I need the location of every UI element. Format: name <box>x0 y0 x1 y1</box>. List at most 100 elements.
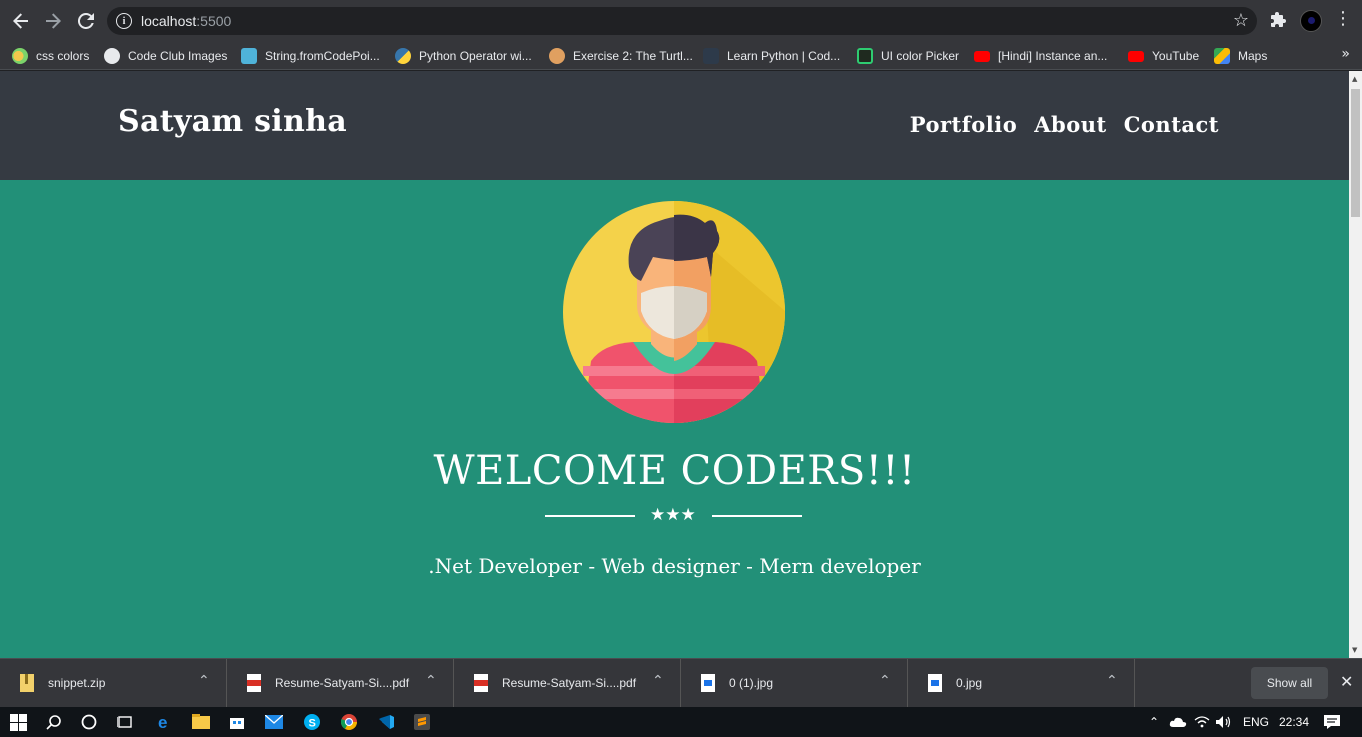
star-divider: ★★★ <box>545 505 802 525</box>
bookmark-label: Code Club Images <box>128 49 228 63</box>
chevron-up-icon[interactable]: ⌃ <box>1106 673 1118 689</box>
more-menu-icon[interactable]: ⋮ <box>1334 10 1352 28</box>
close-icon[interactable]: ✕ <box>1340 672 1353 691</box>
download-item[interactable]: snippet.zip ⌃ <box>0 659 227 708</box>
bookmark-label: css colors <box>36 49 90 63</box>
bookmark-label: Exercise 2: The Turtl... <box>573 49 693 63</box>
bookmark-favicon-icon <box>857 48 873 64</box>
bookmark-item[interactable]: String.fromCodePoi... <box>241 46 380 66</box>
chevron-up-icon[interactable]: ⌃ <box>879 673 891 689</box>
download-filename: 0.jpg <box>956 676 983 690</box>
chrome-icon[interactable] <box>339 712 359 732</box>
bookmark-star-icon[interactable]: ☆ <box>1233 10 1249 31</box>
chevron-up-icon[interactable]: ⌃ <box>425 673 437 689</box>
download-item[interactable]: Resume-Satyam-Si....pdf ⌃ <box>454 659 681 708</box>
bookmark-item[interactable]: css colors <box>12 46 89 66</box>
site-nav-links: Portfolio About Contact <box>910 112 1219 137</box>
tray-chevron-up-icon[interactable]: ⌃ <box>1144 712 1164 732</box>
wifi-icon[interactable] <box>1192 712 1212 732</box>
bookmark-favicon-icon <box>703 48 719 64</box>
file-explorer-icon[interactable] <box>191 712 211 732</box>
address-bar[interactable]: i localhost:5500 ☆ <box>107 7 1257 35</box>
extensions-puzzle-icon[interactable] <box>1269 11 1287 29</box>
search-icon[interactable] <box>44 712 64 732</box>
scroll-up-arrow-icon[interactable]: ▲ <box>1352 75 1357 83</box>
download-item[interactable]: 0 (1).jpg ⌃ <box>681 659 908 708</box>
show-all-button[interactable]: Show all <box>1251 667 1328 699</box>
store-icon[interactable] <box>227 712 247 732</box>
bookmark-item[interactable]: UI color Picker <box>857 46 959 66</box>
divider-line <box>545 515 635 517</box>
system-clock[interactable]: 22:34 <box>1279 715 1309 729</box>
cortana-icon[interactable] <box>79 712 99 732</box>
bookmarks-overflow-icon[interactable]: » <box>1341 46 1350 62</box>
vscode-icon[interactable] <box>376 712 396 732</box>
download-filename: 0 (1).jpg <box>729 676 774 690</box>
nav-link-about[interactable]: About <box>1034 112 1106 137</box>
maps-icon <box>1214 48 1230 64</box>
chevron-up-icon[interactable]: ⌃ <box>652 673 664 689</box>
svg-text:S: S <box>309 718 316 730</box>
download-filename: Resume-Satyam-Si....pdf <box>502 676 637 690</box>
bookmarks-bar: css colors Code Club Images String.fromC… <box>0 42 1362 70</box>
nav-link-contact[interactable]: Contact <box>1124 112 1219 137</box>
download-item[interactable]: Resume-Satyam-Si....pdf ⌃ <box>227 659 454 708</box>
globe-icon <box>104 48 120 64</box>
url-host: localhost <box>141 13 197 29</box>
image-file-icon <box>701 674 715 692</box>
bookmark-label: Python Operator wi... <box>419 49 532 63</box>
bookmark-label: String.fromCodePoi... <box>265 49 380 63</box>
bookmark-label: Learn Python | Cod... <box>727 49 841 63</box>
bookmark-item[interactable]: Python Operator wi... <box>395 46 532 66</box>
bookmark-item[interactable]: Learn Python | Cod... <box>703 46 840 66</box>
download-filename: Resume-Satyam-Si....pdf <box>275 676 410 690</box>
chevron-up-icon[interactable]: ⌃ <box>198 673 210 689</box>
sublime-text-icon[interactable] <box>412 712 432 732</box>
windows-start-icon[interactable] <box>8 712 28 732</box>
windows-taskbar: e S ⌃ ENG 22:34 <box>0 707 1362 737</box>
bookmark-label: UI color Picker <box>881 49 960 63</box>
notifications-icon[interactable] <box>1322 712 1342 732</box>
page-scrollbar[interactable]: ▲ ▼ <box>1349 71 1362 658</box>
pdf-file-icon <box>474 674 488 692</box>
bookmark-item[interactable]: Exercise 2: The Turtl... <box>549 46 693 66</box>
nav-link-portfolio[interactable]: Portfolio <box>910 112 1018 137</box>
bookmark-favicon-icon <box>241 48 257 64</box>
bookmark-label: YouTube <box>1152 49 1200 63</box>
back-arrow-icon[interactable] <box>9 9 33 33</box>
divider-line <box>712 515 802 517</box>
download-shelf: snippet.zip ⌃ Resume-Satyam-Si....pdf ⌃ … <box>0 658 1362 708</box>
language-indicator[interactable]: ENG <box>1243 715 1269 729</box>
url-port: :5500 <box>196 13 232 29</box>
bookmark-item[interactable]: [Hindi] Instance an... <box>974 46 1107 66</box>
svg-text:e: e <box>158 713 167 731</box>
scroll-thumb[interactable] <box>1351 89 1360 217</box>
youtube-icon <box>974 50 990 62</box>
edge-browser-icon[interactable]: e <box>155 712 175 732</box>
youtube-icon <box>1128 50 1144 62</box>
bookmark-item[interactable]: Code Club Images <box>104 46 227 66</box>
scroll-down-arrow-icon[interactable]: ▼ <box>1352 646 1357 654</box>
forward-arrow-icon[interactable] <box>41 9 65 33</box>
stars-icon: ★★★ <box>650 505 696 525</box>
bookmark-item[interactable]: YouTube <box>1128 46 1199 66</box>
info-icon[interactable]: i <box>116 13 132 29</box>
site-brand[interactable]: Satyam sinha <box>118 104 347 139</box>
task-view-icon[interactable] <box>115 712 135 732</box>
hero-subtitle: .Net Developer - Web designer - Mern dev… <box>428 554 921 578</box>
welcome-heading: WELCOME CODERS!!! <box>433 448 916 494</box>
hero-section: WELCOME CODERS!!! ★★★ .Net Developer - W… <box>0 180 1349 658</box>
onedrive-cloud-icon[interactable] <box>1168 712 1188 732</box>
volume-icon[interactable] <box>1214 712 1234 732</box>
site-navbar: Satyam sinha Portfolio About Contact <box>0 71 1349 180</box>
avatar-illustration <box>563 201 785 423</box>
download-item[interactable]: 0.jpg ⌃ <box>908 659 1135 708</box>
zip-file-icon <box>20 674 34 692</box>
bookmark-item[interactable]: Maps <box>1214 46 1267 66</box>
mail-icon[interactable] <box>264 712 284 732</box>
profile-avatar[interactable] <box>1300 10 1322 32</box>
reload-icon[interactable] <box>74 9 98 33</box>
download-filename: snippet.zip <box>48 676 106 690</box>
bookmark-favicon-icon <box>395 48 411 64</box>
skype-icon[interactable]: S <box>302 712 322 732</box>
